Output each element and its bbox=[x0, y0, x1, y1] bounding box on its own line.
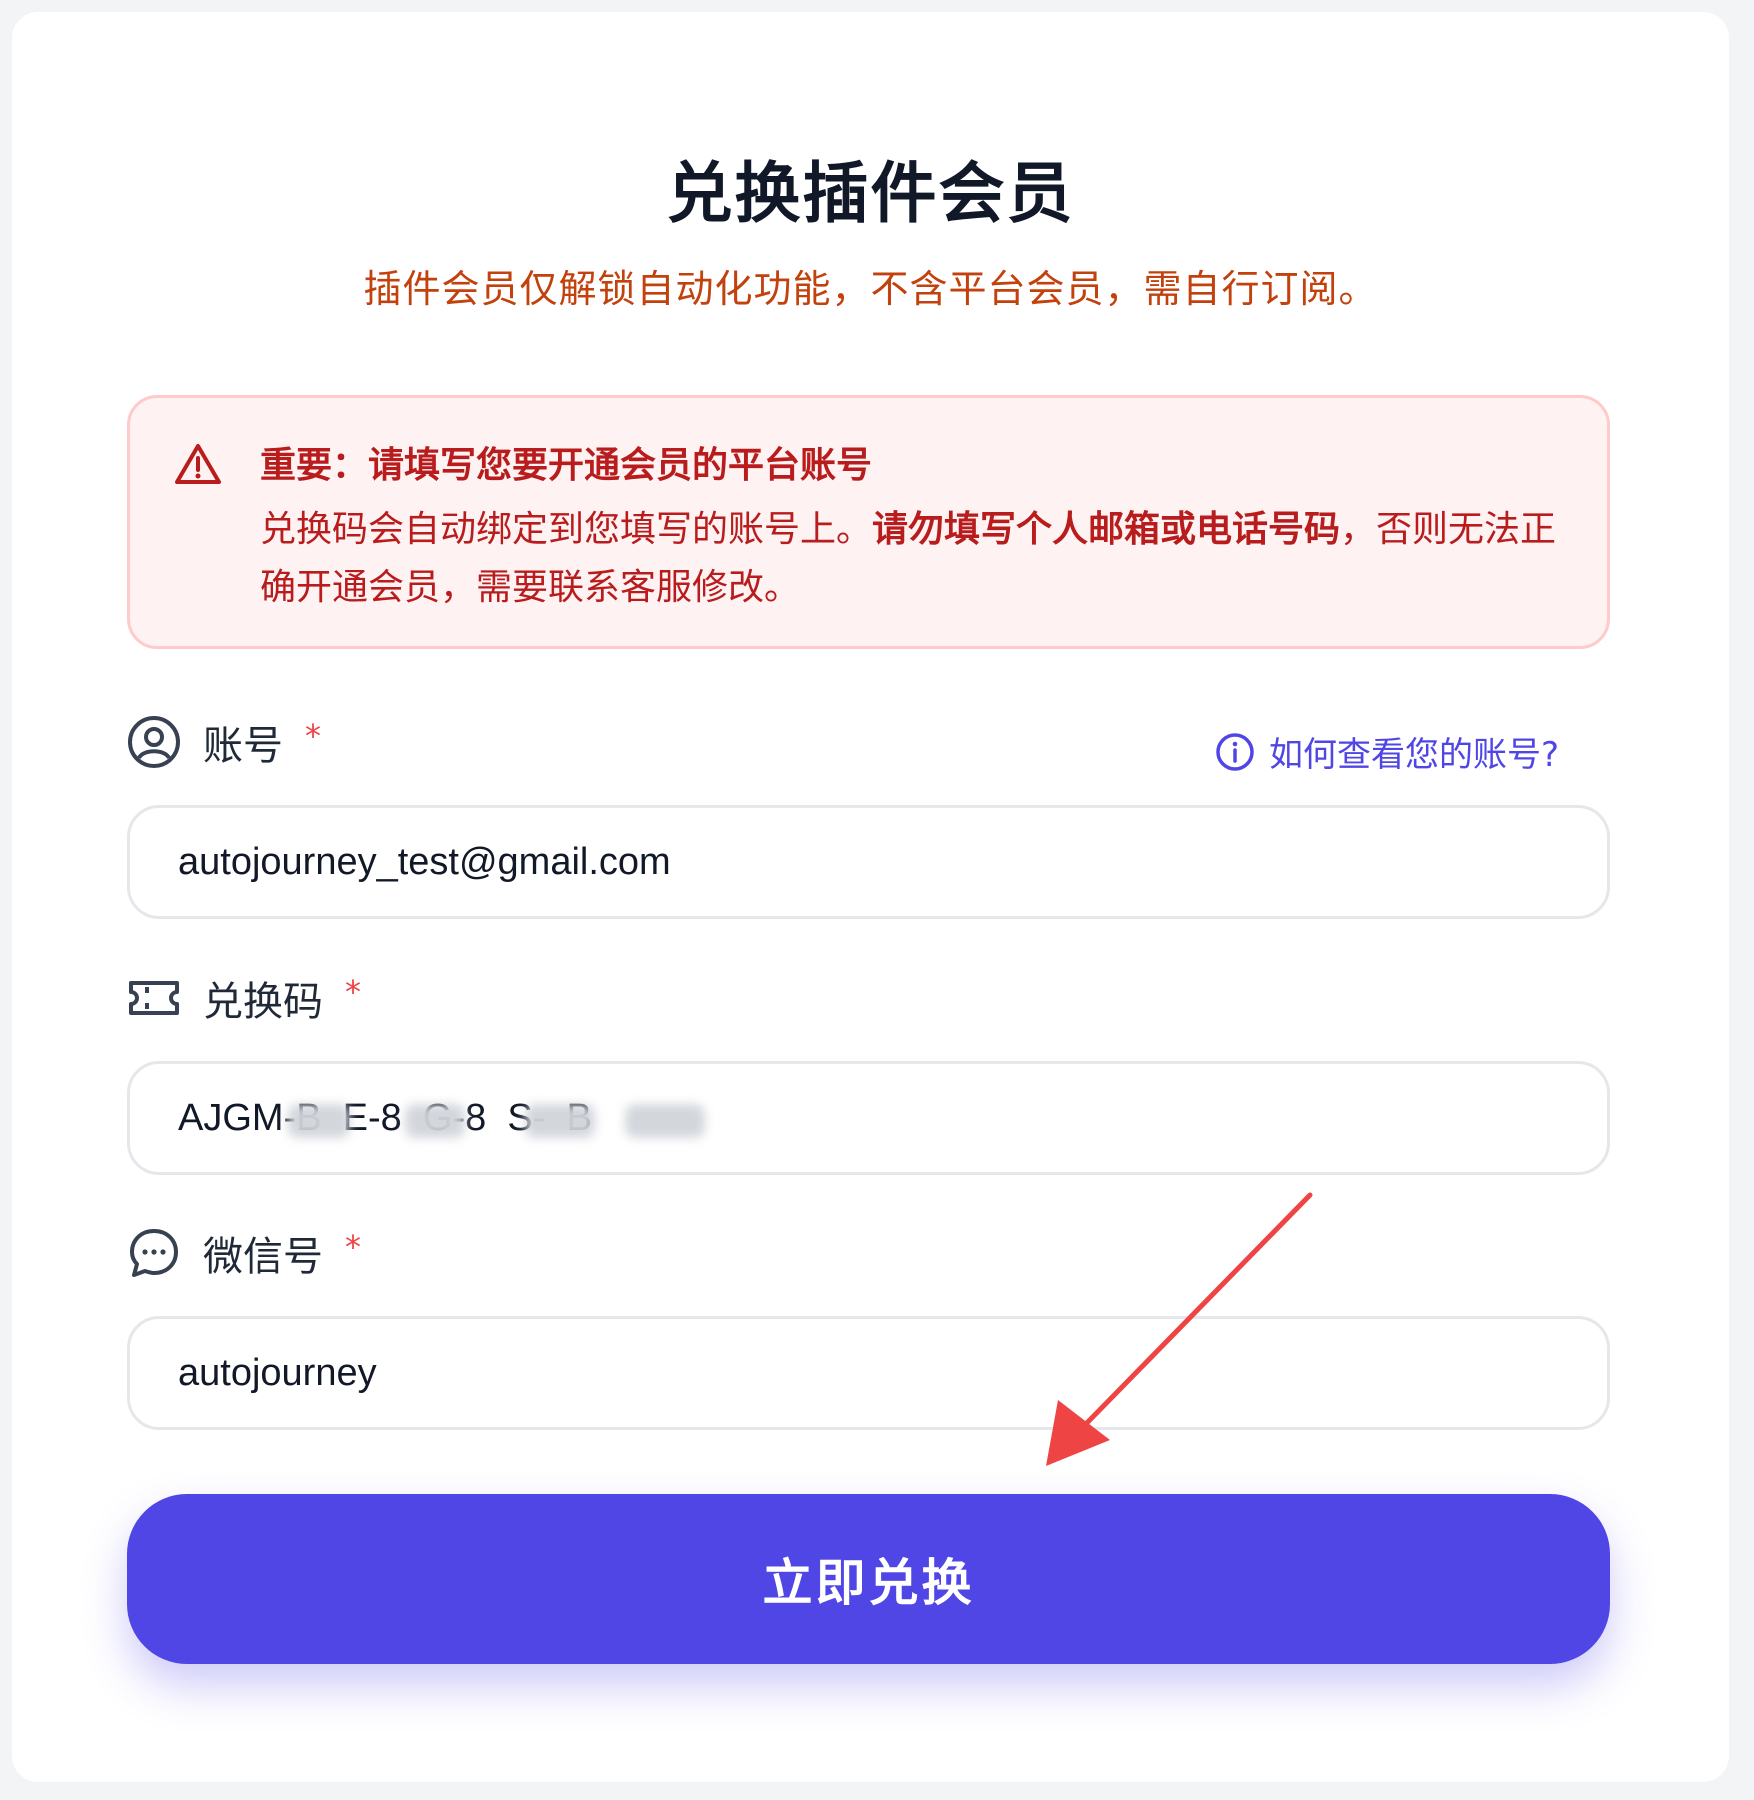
account-label-text: 账号 bbox=[203, 723, 283, 769]
required-asterisk: * bbox=[305, 717, 321, 755]
code-label: 兑换码 * bbox=[127, 968, 361, 1028]
redeem-now-button[interactable]: 立即兑换 bbox=[127, 1494, 1610, 1664]
page-subtitle: 插件会员仅解锁自动化功能，不含平台会员，需自行订阅。 bbox=[363, 267, 1378, 311]
chat-bubble-icon bbox=[130, 1229, 178, 1277]
wechat-input[interactable]: autojourney bbox=[127, 1316, 1610, 1430]
ticket-icon bbox=[129, 981, 179, 1015]
warning-triangle-icon bbox=[175, 444, 221, 484]
info-icon bbox=[1216, 732, 1254, 771]
required-asterisk: * bbox=[345, 973, 361, 1011]
user-circle-icon bbox=[128, 716, 180, 768]
alert-body: 兑换码会自动绑定到您填写的账号上。请勿填写个人邮箱或电话号码，否则无法正确开通会… bbox=[260, 501, 1580, 617]
redeem-code-input[interactable]: AJGM-B E-8 G-8 S- B bbox=[127, 1061, 1610, 1175]
code-label-text: 兑换码 bbox=[203, 979, 323, 1025]
redeem-card: 兑换插件会员 插件会员仅解锁自动化功能，不含平台会员，需自行订阅。 重要：请填写… bbox=[12, 12, 1729, 1782]
redaction-blur bbox=[525, 1104, 595, 1138]
alert-body-prefix: 兑换码会自动绑定到您填写的账号上。 bbox=[260, 509, 873, 550]
page-title: 兑换插件会员 bbox=[666, 155, 1075, 232]
required-asterisk: * bbox=[345, 1228, 361, 1266]
help-link-text[interactable]: 如何查看您的账号? bbox=[1269, 727, 1559, 776]
account-input[interactable]: autojourney_test@gmail.com bbox=[127, 805, 1610, 919]
account-label: 账号 * bbox=[127, 712, 321, 772]
redaction-blur bbox=[405, 1104, 465, 1138]
wechat-label: 微信号 * bbox=[127, 1223, 361, 1283]
important-alert: 重要：请填写您要开通会员的平台账号 兑换码会自动绑定到您填写的账号上。请勿填写个… bbox=[127, 395, 1610, 649]
redaction-blur bbox=[288, 1104, 350, 1138]
alert-body-emphasis: 请勿填写个人邮箱或电话号码 bbox=[872, 509, 1341, 550]
redaction-blur bbox=[625, 1104, 705, 1138]
alert-title: 重要：请填写您要开通会员的平台账号 bbox=[260, 445, 873, 486]
how-to-find-account-link[interactable]: 如何查看您的账号? bbox=[1215, 727, 1559, 776]
wechat-label-text: 微信号 bbox=[203, 1234, 323, 1280]
